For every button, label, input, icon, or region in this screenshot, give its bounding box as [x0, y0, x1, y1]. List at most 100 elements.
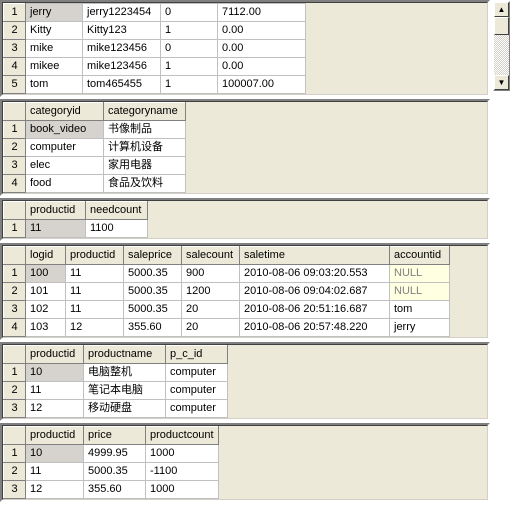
cell[interactable]: 11 — [26, 463, 84, 481]
cell[interactable]: 12 — [26, 481, 84, 499]
cell[interactable]: 11 — [66, 265, 124, 283]
row-number[interactable]: 1 — [4, 4, 26, 22]
cell[interactable]: 355.60 — [84, 481, 146, 499]
table[interactable]: categoryidcategoryname1book_video书像制品2co… — [3, 102, 186, 193]
cell[interactable]: 7112.00 — [218, 4, 306, 22]
row-number[interactable]: 1 — [4, 220, 26, 238]
table[interactable]: productidneedcount1111100 — [3, 201, 148, 238]
cell[interactable]: 1 — [161, 22, 218, 40]
table-row[interactable]: 2computer计算机设备 — [4, 139, 186, 157]
cell[interactable]: 书像制品 — [104, 121, 186, 139]
cell[interactable]: computer — [166, 364, 228, 382]
cell[interactable]: 1 — [161, 76, 218, 94]
table-row[interactable]: 410312355.60202010-08-06 20:57:48.220jer… — [4, 319, 450, 337]
table-row[interactable]: 211笔记本电脑computer — [4, 382, 228, 400]
row-number[interactable]: 4 — [4, 319, 26, 337]
cell[interactable]: book_video — [26, 121, 104, 139]
table[interactable]: productidpriceproductcount1104999.951000… — [3, 426, 219, 499]
column-header[interactable]: productid — [26, 202, 86, 220]
table-row[interactable]: 312355.601000 — [4, 481, 219, 499]
row-number[interactable]: 4 — [4, 175, 26, 193]
cell[interactable]: 0.00 — [218, 40, 306, 58]
cell[interactable]: 2010-08-06 20:51:16.687 — [240, 301, 390, 319]
cell[interactable]: 11 — [26, 220, 86, 238]
cell[interactable]: 0 — [161, 4, 218, 22]
corner-cell[interactable] — [4, 346, 26, 364]
table-row[interactable]: 312移动硬盘computer — [4, 400, 228, 418]
row-number[interactable]: 2 — [4, 22, 26, 40]
row-number[interactable]: 2 — [4, 463, 26, 481]
column-header[interactable]: needcount — [86, 202, 148, 220]
cell[interactable]: 2010-08-06 09:04:02.687 — [240, 283, 390, 301]
cell[interactable]: 食品及饮料 — [104, 175, 186, 193]
cell[interactable]: 5000.35 — [124, 301, 182, 319]
cell[interactable]: computer — [26, 139, 104, 157]
cell[interactable]: 5000.35 — [84, 463, 146, 481]
scroll-thumb[interactable] — [494, 17, 509, 35]
row-number[interactable]: 3 — [4, 301, 26, 319]
cell[interactable]: 2010-08-06 20:57:48.220 — [240, 319, 390, 337]
cell[interactable]: 移动硬盘 — [84, 400, 166, 418]
cell[interactable]: 100007.00 — [218, 76, 306, 94]
cell[interactable]: 计算机设备 — [104, 139, 186, 157]
cell[interactable]: 4999.95 — [84, 445, 146, 463]
cell[interactable]: 101 — [26, 283, 66, 301]
corner-cell[interactable] — [4, 103, 26, 121]
cell[interactable]: 1000 — [146, 481, 219, 499]
cell[interactable]: 102 — [26, 301, 66, 319]
cell[interactable]: -1100 — [146, 463, 219, 481]
row-number[interactable]: 1 — [4, 364, 26, 382]
column-header[interactable]: productcount — [146, 427, 219, 445]
cell[interactable]: computer — [166, 382, 228, 400]
cell[interactable]: Kitty123 — [83, 22, 161, 40]
cell[interactable]: 1200 — [182, 283, 240, 301]
cell[interactable]: 0.00 — [218, 22, 306, 40]
cell[interactable]: jerry — [26, 4, 83, 22]
table[interactable]: logidproductidsalepricesalecountsaletime… — [3, 246, 450, 337]
vertical-scrollbar[interactable]: ▲ ▼ — [493, 1, 510, 91]
table-row[interactable]: 4food食品及饮料 — [4, 175, 186, 193]
cell[interactable]: 20 — [182, 319, 240, 337]
row-number[interactable]: 2 — [4, 382, 26, 400]
cell[interactable]: 12 — [26, 400, 84, 418]
column-header[interactable]: logid — [26, 247, 66, 265]
row-number[interactable]: 2 — [4, 283, 26, 301]
cell[interactable]: jerry1223454 — [83, 4, 161, 22]
cell[interactable]: mike123456 — [83, 58, 161, 76]
column-header[interactable]: productid — [26, 427, 84, 445]
cell[interactable]: 11 — [66, 301, 124, 319]
table-row[interactable]: 2KittyKitty12310.00 — [4, 22, 306, 40]
cell[interactable]: elec — [26, 157, 104, 175]
column-header[interactable]: saleprice — [124, 247, 182, 265]
scroll-track[interactable] — [494, 35, 509, 75]
table-row[interactable]: 3mikemike12345600.00 — [4, 40, 306, 58]
cell[interactable]: Kitty — [26, 22, 83, 40]
cell[interactable]: 100 — [26, 265, 66, 283]
row-number[interactable]: 2 — [4, 139, 26, 157]
cell[interactable]: mike — [26, 40, 83, 58]
row-number[interactable]: 5 — [4, 76, 26, 94]
cell[interactable]: 笔记本电脑 — [84, 382, 166, 400]
cell[interactable]: 0 — [161, 40, 218, 58]
table[interactable]: 1jerryjerry122345407112.002KittyKitty123… — [3, 3, 306, 94]
column-header[interactable]: categoryname — [104, 103, 186, 121]
cell[interactable]: tom — [390, 301, 450, 319]
cell[interactable]: 5000.35 — [124, 283, 182, 301]
cell[interactable]: 103 — [26, 319, 66, 337]
corner-cell[interactable] — [4, 202, 26, 220]
column-header[interactable]: productid — [26, 346, 84, 364]
cell[interactable]: tom — [26, 76, 83, 94]
cell[interactable]: 电脑整机 — [84, 364, 166, 382]
table-row[interactable]: 110电脑整机computer — [4, 364, 228, 382]
row-number[interactable]: 3 — [4, 40, 26, 58]
table-row[interactable]: 2115000.35-1100 — [4, 463, 219, 481]
table[interactable]: productidproductnamep_c_id110电脑整机compute… — [3, 345, 228, 418]
table-row[interactable]: 5tomtom4654551100007.00 — [4, 76, 306, 94]
cell[interactable]: computer — [166, 400, 228, 418]
scroll-up-button[interactable]: ▲ — [494, 2, 509, 17]
table-row[interactable]: 1104999.951000 — [4, 445, 219, 463]
table-row[interactable]: 1jerryjerry122345407112.00 — [4, 4, 306, 22]
column-header[interactable]: categoryid — [26, 103, 104, 121]
cell[interactable]: jerry — [390, 319, 450, 337]
cell[interactable]: tom465455 — [83, 76, 161, 94]
